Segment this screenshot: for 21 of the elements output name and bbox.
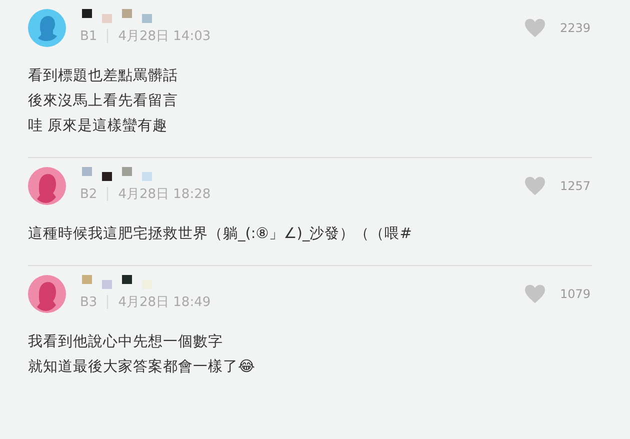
comment-text: 這種時候我這肥宅拯救世界（躺_(:⑧」∠)_沙發）（（喂# [28, 224, 412, 244]
comment-text: 我看到他說心中先想一個數字 [28, 332, 223, 352]
comment-text: 後來沒馬上看先看留言 [28, 92, 178, 111]
heart-icon[interactable] [524, 176, 546, 196]
floor-number: B2 [80, 186, 98, 202]
like-count: 1079 [560, 287, 592, 301]
comment-text: 就知道最後大家答案都會一樣了😂 [28, 358, 255, 377]
comment-time: 4月28日 14:03 [118, 28, 211, 45]
like-count: 1257 [560, 179, 592, 193]
comment-text: 看到標題也差點罵髒話 [28, 67, 178, 86]
floor-number: B3 [80, 294, 98, 310]
comment-text: 哇 原來是這樣蠻有趣 [28, 116, 168, 136]
like-count: 2239 [560, 21, 592, 35]
comment-time: 4月28日 18:28 [118, 186, 211, 203]
avatar-icon [28, 275, 66, 313]
heart-icon[interactable] [524, 18, 546, 38]
avatar-icon [28, 9, 66, 47]
avatar-icon [28, 167, 66, 205]
floor-number: B1 [80, 28, 98, 44]
heart-icon[interactable] [524, 284, 546, 304]
comment-time: 4月28日 18:49 [118, 294, 211, 311]
